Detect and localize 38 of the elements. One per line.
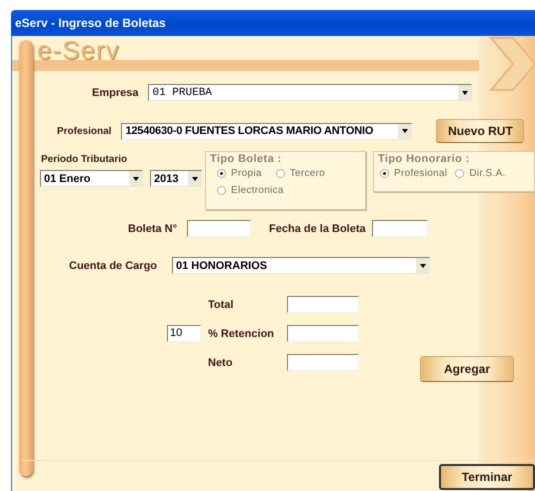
radio-button[interactable] bbox=[380, 169, 389, 178]
field-label: Total bbox=[208, 298, 234, 310]
field-label: Boleta N° bbox=[128, 222, 178, 234]
new-rut-button[interactable]: Nuevo RUT bbox=[436, 119, 524, 143]
input-field[interactable] bbox=[287, 296, 359, 313]
group-title: Tipo Boleta : bbox=[210, 153, 283, 165]
radio-button[interactable] bbox=[217, 169, 226, 178]
group-title: Tipo Honorario : bbox=[378, 153, 471, 165]
field-label: Periodo Tributario bbox=[40, 154, 128, 165]
radio-button[interactable] bbox=[276, 169, 285, 178]
app-logo: e-Serv bbox=[36, 36, 121, 62]
field-label: Cuenta de Cargo bbox=[69, 260, 158, 272]
field-label: Neto bbox=[208, 356, 234, 368]
option-label[interactable]: Electronica bbox=[231, 185, 284, 196]
year-dropdown[interactable]: 2013 bbox=[150, 170, 202, 187]
option-label[interactable]: Profesional bbox=[394, 168, 448, 179]
option-label[interactable]: Tercero bbox=[290, 168, 326, 179]
company-dropdown[interactable]: 01 PRUEBA bbox=[148, 84, 472, 101]
window-title: eServ - Ingreso de Boletas bbox=[15, 16, 166, 30]
input-field[interactable] bbox=[287, 354, 359, 371]
date-field[interactable] bbox=[372, 220, 428, 237]
rate-field[interactable]: 10 bbox=[167, 325, 201, 342]
month-dropdown[interactable]: 01 Enero bbox=[40, 170, 143, 187]
professional-dropdown[interactable]: 12540630-0 FUENTES LORCAS MARIO ANTONIO bbox=[121, 122, 412, 140]
account-dropdown[interactable]: 01 HONORARIOS bbox=[172, 257, 430, 274]
field-label: Empresa bbox=[92, 86, 138, 98]
field-label: % Retencion bbox=[208, 328, 276, 340]
radio-button[interactable] bbox=[455, 169, 464, 178]
field-label: Profesional bbox=[57, 126, 112, 136]
chevron-icon bbox=[487, 36, 535, 92]
radio-button[interactable] bbox=[217, 186, 226, 195]
input-field[interactable] bbox=[287, 325, 359, 342]
option-label[interactable]: Propia bbox=[231, 168, 262, 179]
option-label[interactable]: Dir.S.A. bbox=[469, 168, 506, 179]
input-field[interactable] bbox=[187, 220, 252, 237]
finish-button[interactable]: Terminar bbox=[439, 464, 535, 490]
add-button[interactable]: Agregar bbox=[420, 356, 514, 382]
field-label: Fecha de la Boleta bbox=[269, 222, 366, 234]
